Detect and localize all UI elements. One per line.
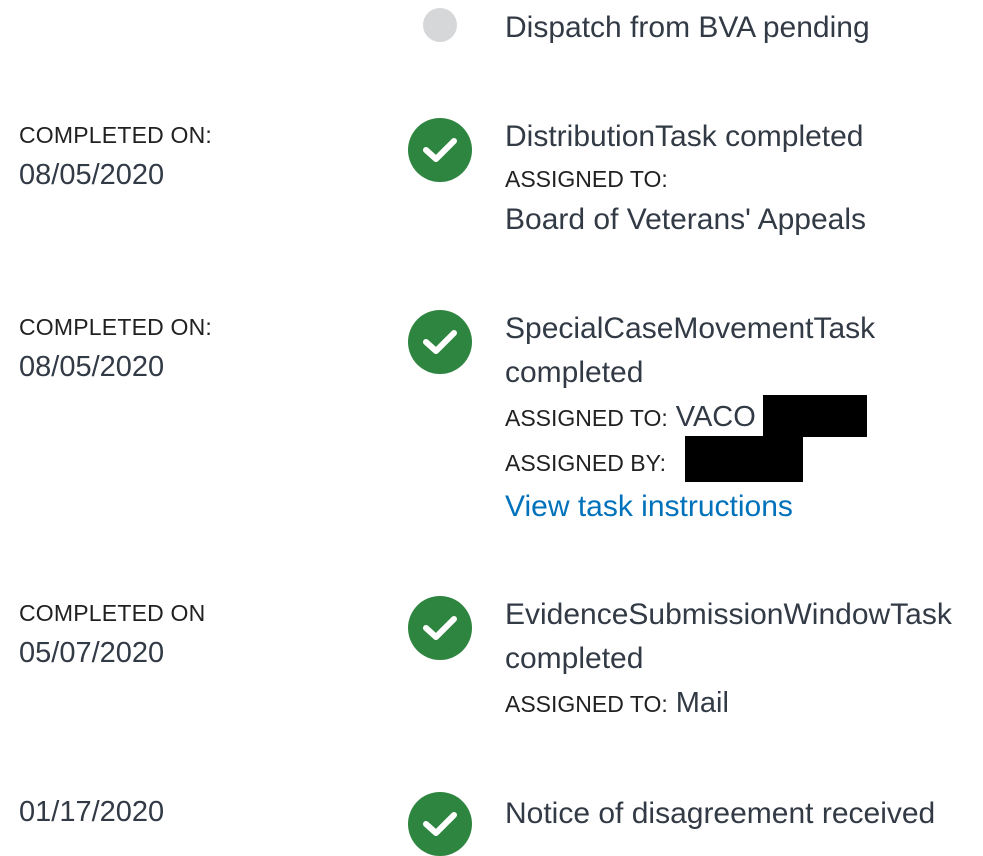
completed-date: 01/17/2020 bbox=[19, 796, 165, 828]
task-title-line2: completed bbox=[505, 356, 644, 389]
check-circle-icon bbox=[408, 118, 472, 182]
task-title-line1: SpecialCaseMovementTask bbox=[505, 312, 876, 345]
timeline-date: COMPLETED ON: 08/05/2020 bbox=[19, 307, 379, 387]
view-task-instructions-link[interactable]: View task instructions bbox=[505, 485, 980, 529]
completed-on-label: COMPLETED ON bbox=[19, 600, 206, 626]
case-timeline: Dispatch from BVA pending COMPLETED ON: … bbox=[0, 0, 983, 856]
task-title-line2: completed bbox=[505, 642, 644, 675]
timeline-detail: EvidenceSubmissionWindowTask completed A… bbox=[505, 593, 980, 726]
assigned-by-label: ASSIGNED BY: bbox=[505, 450, 667, 476]
completed-date: 08/05/2020 bbox=[19, 159, 165, 191]
checkmark-icon bbox=[423, 812, 457, 836]
timeline-date: COMPLETED ON: 08/05/2020 bbox=[19, 115, 379, 195]
check-circle-icon bbox=[408, 596, 472, 660]
timeline-detail: Notice of disagreement received bbox=[505, 792, 980, 836]
checkmark-icon bbox=[423, 616, 457, 640]
checkmark-icon bbox=[423, 330, 457, 354]
check-circle-icon bbox=[408, 310, 472, 374]
task-title: DistributionTask completed bbox=[505, 120, 864, 153]
status-icon-wrap bbox=[408, 118, 472, 182]
assigned-to-value: Board of Veterans' Appeals bbox=[505, 203, 866, 236]
assigned-to-line: ASSIGNED TO: Mail bbox=[505, 681, 980, 726]
assigned-by-line: ASSIGNED BY: bbox=[505, 436, 980, 485]
timeline-date: COMPLETED ON 05/07/2020 bbox=[19, 593, 379, 673]
status-icon-wrap bbox=[408, 792, 472, 856]
assigned-to-label: ASSIGNED TO: bbox=[505, 691, 668, 717]
timeline-detail: Dispatch from BVA pending bbox=[505, 6, 980, 50]
timeline-detail: DistributionTask completed ASSIGNED TO: … bbox=[505, 115, 980, 242]
assigned-to-line: ASSIGNED TO: bbox=[505, 159, 980, 198]
assigned-to-line: ASSIGNED TO: VACO bbox=[505, 395, 980, 440]
completed-on-label: COMPLETED ON: bbox=[19, 122, 213, 148]
checkmark-icon bbox=[423, 138, 457, 162]
redaction-block bbox=[763, 395, 867, 437]
redaction-block bbox=[685, 436, 803, 482]
completed-date: 08/05/2020 bbox=[19, 351, 165, 383]
assigned-to-label: ASSIGNED TO: bbox=[505, 405, 668, 431]
task-title-line1: EvidenceSubmissionWindowTask bbox=[505, 598, 952, 631]
check-circle-icon bbox=[408, 792, 472, 856]
timeline-date: 01/17/2020 bbox=[19, 792, 379, 832]
timeline-detail: SpecialCaseMovementTask completed ASSIGN… bbox=[505, 307, 980, 529]
task-title: Notice of disagreement received bbox=[505, 797, 936, 830]
assigned-to-label: ASSIGNED TO: bbox=[505, 166, 668, 192]
assigned-to-value: Mail bbox=[675, 687, 729, 719]
status-icon-wrap bbox=[408, 596, 472, 660]
assigned-to-value: VACO bbox=[675, 401, 756, 433]
pending-circle-icon bbox=[423, 8, 457, 42]
task-title: Dispatch from BVA pending bbox=[505, 11, 870, 44]
status-icon-wrap bbox=[408, 310, 472, 374]
completed-on-label: COMPLETED ON: bbox=[19, 314, 213, 340]
completed-date: 05/07/2020 bbox=[19, 637, 165, 669]
